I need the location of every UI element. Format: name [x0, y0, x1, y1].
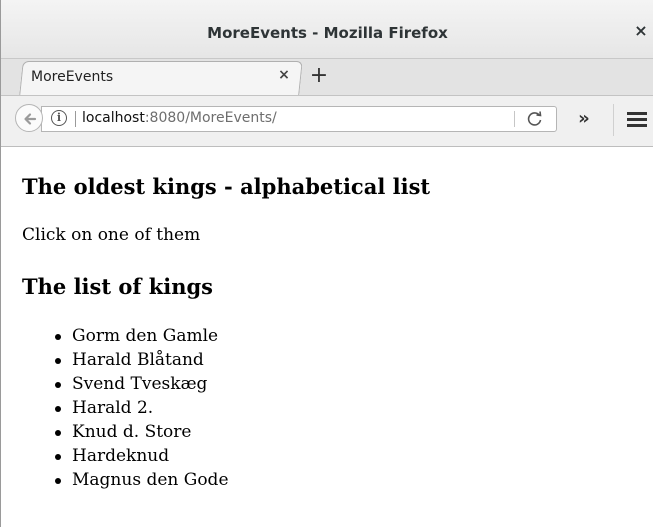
title-bar: MoreEvents - Mozilla Firefox ×	[1, 0, 653, 58]
navigation-toolbar: i localhost:8080/MoreEvents/ »	[1, 96, 653, 147]
url-path: :8080/MoreEvents/	[144, 110, 277, 126]
tab-strip: MoreEvents × +	[1, 58, 653, 96]
url-divider	[75, 111, 76, 127]
url-host: localhost	[82, 110, 145, 126]
tab-close-button[interactable]: ×	[277, 67, 291, 83]
site-info-icon[interactable]: i	[51, 110, 67, 126]
king-item-harald-2[interactable]: Harald 2.	[53, 396, 229, 420]
king-item-knud-d-store[interactable]: Knud d. Store	[53, 420, 229, 444]
tab-label: MoreEvents	[31, 69, 114, 85]
king-item-harald-blatand[interactable]: Harald Blåtand	[53, 348, 229, 372]
back-button[interactable]	[15, 104, 43, 132]
reload-icon[interactable]	[526, 110, 544, 128]
window-title: MoreEvents - Mozilla Firefox	[207, 24, 448, 42]
king-item-magnus-den-gode[interactable]: Magnus den Gode	[53, 468, 229, 492]
king-item-svend-tveskaeg[interactable]: Svend Tveskæg	[53, 372, 229, 396]
url-separator	[514, 111, 515, 127]
browser-window: MoreEvents - Mozilla Firefox × MoreEvent…	[0, 0, 653, 527]
new-tab-button[interactable]: +	[308, 63, 330, 89]
toolbar-separator	[613, 104, 614, 136]
page-content: The oldest kings - alphabetical list Cli…	[1, 147, 653, 527]
overflow-chevron-icon[interactable]: »	[573, 108, 595, 130]
window-close-button[interactable]: ×	[634, 22, 648, 40]
url-text[interactable]: localhost:8080/MoreEvents/	[82, 110, 277, 126]
hamburger-menu-icon[interactable]	[627, 112, 647, 128]
intro-text: Click on one of them	[22, 225, 201, 245]
url-bar[interactable]: i localhost:8080/MoreEvents/	[41, 106, 557, 132]
page-heading: The oldest kings - alphabetical list	[22, 174, 431, 199]
list-heading: The list of kings	[22, 274, 214, 299]
king-item-gorm-den-gamle[interactable]: Gorm den Gamle	[53, 324, 229, 348]
kings-list: Gorm den Gamle Harald Blåtand Svend Tves…	[53, 324, 229, 492]
back-arrow-icon	[24, 113, 37, 125]
king-item-hardeknud[interactable]: Hardeknud	[53, 444, 229, 468]
